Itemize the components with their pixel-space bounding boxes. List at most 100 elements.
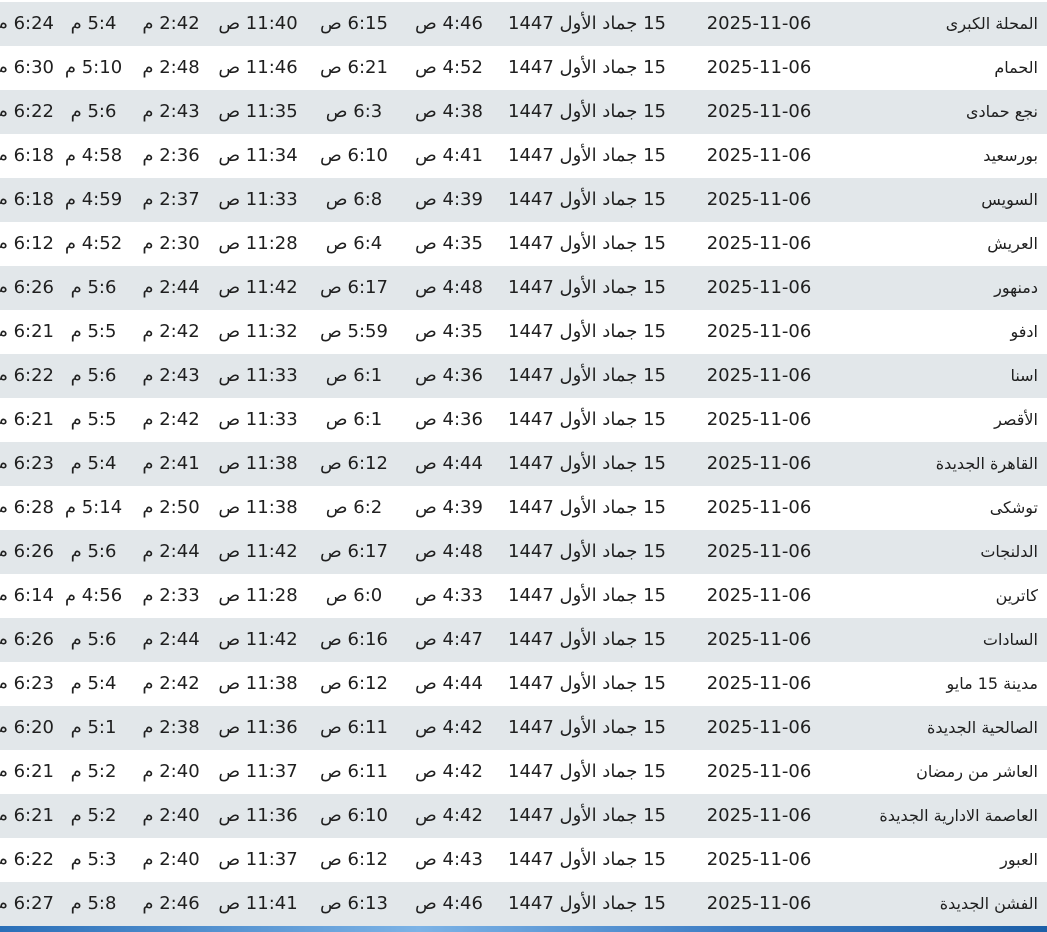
sunrise-time: 6:21 ص <box>320 57 388 78</box>
sunrise-time: 6:11 ص <box>320 761 388 782</box>
gregorian-date: 2025-11-06 <box>706 365 812 386</box>
gregorian-date: 2025-11-06 <box>706 409 812 430</box>
fajr-time: 4:43 ص <box>415 849 483 870</box>
city-name: ادفو <box>1010 322 1038 341</box>
city-name: الأقصر <box>994 410 1038 429</box>
dhuhr-time: 11:38 ص <box>218 497 298 518</box>
table-row: الصالحية الجديدة 2025-11-06 15 جماد الأول … <box>0 706 1047 750</box>
table-row: ادفو 2025-11-06 15 جماد الأول 1447 4:35 ص 5:… <box>0 310 1047 354</box>
maghrib-time: 5:6 م <box>70 629 117 650</box>
asr-time: 2:44 م <box>142 277 200 298</box>
isha-time: 6:18 م <box>0 145 54 166</box>
table-row: مدينة 15 مايو 2025-11-06 15 جماد الأول 144… <box>0 662 1047 706</box>
maghrib-time: 5:14 م <box>64 497 123 518</box>
gregorian-date: 2025-11-06 <box>706 497 812 518</box>
isha-time: 6:21 م <box>0 321 54 342</box>
city-name: المحلة الكبرى <box>945 14 1038 33</box>
asr-time: 2:30 م <box>142 233 200 254</box>
hijri-date: 15 جماد الأول 1447 <box>508 805 666 826</box>
dhuhr-time: 11:28 ص <box>218 233 298 254</box>
maghrib-time: 5:2 م <box>70 805 117 826</box>
dhuhr-time: 11:40 ص <box>218 13 298 34</box>
dhuhr-time: 11:35 ص <box>218 101 298 122</box>
isha-time: 6:22 م <box>0 365 54 386</box>
gregorian-date: 2025-11-06 <box>706 717 812 738</box>
fajr-time: 4:44 ص <box>415 453 483 474</box>
city-name: بورسعيد <box>983 146 1038 165</box>
maghrib-time: 5:3 م <box>70 849 117 870</box>
sunrise-time: 6:12 ص <box>320 453 388 474</box>
isha-time: 6:12 م <box>0 233 54 254</box>
city-name: العاشر من رمضان <box>916 762 1038 781</box>
asr-time: 2:43 م <box>142 365 200 386</box>
city-name: السويس <box>981 190 1038 209</box>
dhuhr-time: 11:32 ص <box>218 321 298 342</box>
fajr-time: 4:35 ص <box>415 233 483 254</box>
asr-time: 2:38 م <box>142 717 200 738</box>
table-row: الأقصر 2025-11-06 15 جماد الأول 1447 4:36 ص… <box>0 398 1047 442</box>
prayer-times-table: المحلة الكبرى 2025-11-06 15 جماد الأول 144… <box>0 2 1047 926</box>
isha-time: 6:18 م <box>0 189 54 210</box>
sunrise-time: 6:3 ص <box>325 101 383 122</box>
hijri-date: 15 جماد الأول 1447 <box>508 101 666 122</box>
dhuhr-time: 11:36 ص <box>218 717 298 738</box>
hijri-date: 15 جماد الأول 1447 <box>508 497 666 518</box>
dhuhr-time: 11:33 ص <box>218 409 298 430</box>
gregorian-date: 2025-11-06 <box>706 57 812 78</box>
fajr-time: 4:46 ص <box>415 893 483 914</box>
dhuhr-time: 11:37 ص <box>218 761 298 782</box>
city-name: كاترين <box>995 586 1038 605</box>
asr-time: 2:44 م <box>142 629 200 650</box>
city-name: القاهرة الجديدة <box>935 454 1038 473</box>
table-row: العاصمة الادارية الجديدة 2025-11-06 15 جما… <box>0 794 1047 838</box>
city-name: اسنا <box>1010 366 1038 385</box>
sunrise-time: 6:4 ص <box>325 233 383 254</box>
gregorian-date: 2025-11-06 <box>706 145 812 166</box>
table-row: اسنا 2025-11-06 15 جماد الأول 1447 4:36 ص 6:… <box>0 354 1047 398</box>
isha-time: 6:24 م <box>0 13 54 34</box>
gregorian-date: 2025-11-06 <box>706 585 812 606</box>
gregorian-date: 2025-11-06 <box>706 453 812 474</box>
isha-time: 6:26 م <box>0 541 54 562</box>
table-row: العريش 2025-11-06 15 جماد الأول 1447 4:35 ص… <box>0 222 1047 266</box>
fajr-time: 4:38 ص <box>415 101 483 122</box>
sunrise-time: 6:15 ص <box>320 13 388 34</box>
city-name: دمنهور <box>994 278 1038 297</box>
hijri-date: 15 جماد الأول 1447 <box>508 365 666 386</box>
maghrib-time: 4:56 م <box>64 585 123 606</box>
dhuhr-time: 11:33 ص <box>218 365 298 386</box>
fajr-time: 4:48 ص <box>415 541 483 562</box>
asr-time: 2:44 م <box>142 541 200 562</box>
table-row: توشكى 2025-11-06 15 جماد الأول 1447 4:39 ص 6… <box>0 486 1047 530</box>
maghrib-time: 5:6 م <box>70 365 117 386</box>
asr-time: 2:40 م <box>142 849 200 870</box>
fajr-time: 4:36 ص <box>415 365 483 386</box>
table-row: نجع حمادى 2025-11-06 15 جماد الأول 1447 4:3… <box>0 90 1047 134</box>
asr-time: 2:46 م <box>142 893 200 914</box>
dhuhr-time: 11:42 ص <box>218 541 298 562</box>
gregorian-date: 2025-11-06 <box>706 805 812 826</box>
bottom-scroll-bar <box>0 926 1047 932</box>
gregorian-date: 2025-11-06 <box>706 629 812 650</box>
fajr-time: 4:47 ص <box>415 629 483 650</box>
maghrib-time: 5:6 م <box>70 277 117 298</box>
sunrise-time: 6:17 ص <box>320 277 388 298</box>
hijri-date: 15 جماد الأول 1447 <box>508 541 666 562</box>
table-row: بورسعيد 2025-11-06 15 جماد الأول 1447 4:41 … <box>0 134 1047 178</box>
isha-time: 6:26 م <box>0 277 54 298</box>
isha-time: 6:21 م <box>0 805 54 826</box>
dhuhr-time: 11:42 ص <box>218 277 298 298</box>
maghrib-time: 5:6 م <box>70 541 117 562</box>
gregorian-date: 2025-11-06 <box>706 233 812 254</box>
maghrib-time: 5:8 م <box>70 893 117 914</box>
sunrise-time: 6:0 ص <box>325 585 383 606</box>
hijri-date: 15 جماد الأول 1447 <box>508 189 666 210</box>
gregorian-date: 2025-11-06 <box>706 761 812 782</box>
sunrise-time: 6:17 ص <box>320 541 388 562</box>
city-name: العاصمة الادارية الجديدة <box>879 806 1038 825</box>
sunrise-time: 6:10 ص <box>320 805 388 826</box>
city-name: العبور <box>1000 850 1038 869</box>
fajr-time: 4:36 ص <box>415 409 483 430</box>
sunrise-time: 6:16 ص <box>320 629 388 650</box>
isha-time: 6:27 م <box>0 893 54 914</box>
